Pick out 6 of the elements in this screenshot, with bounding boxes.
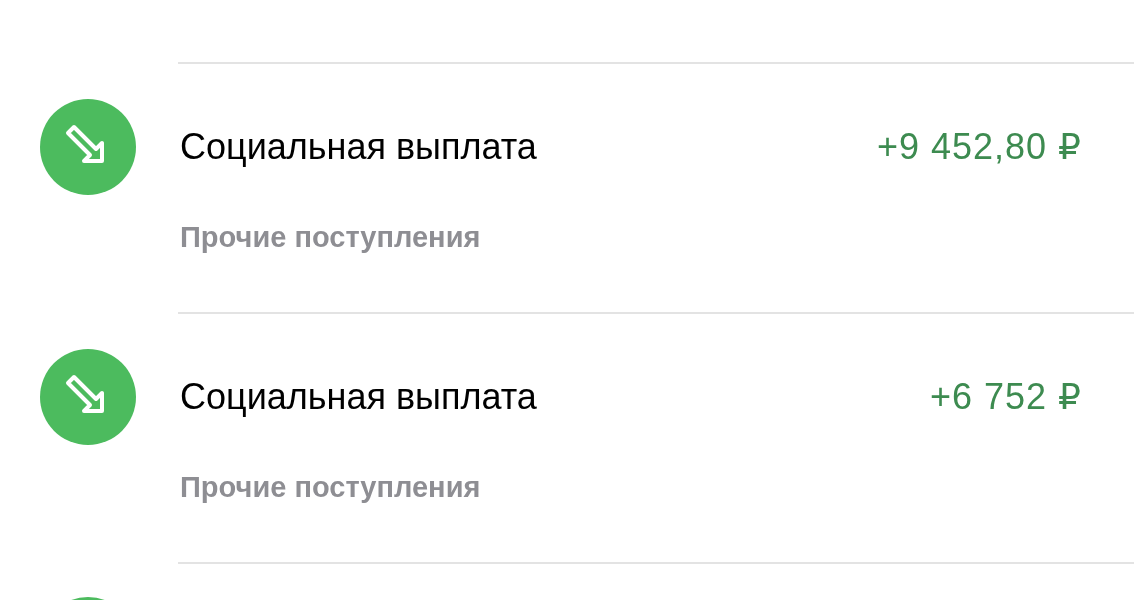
transaction-amount: +6 752 ₽ [929,376,1082,418]
transaction-title: Социальная выплата [180,126,537,168]
transaction-category: Прочие поступления [180,470,482,505]
transaction-category: Прочие поступления [180,220,482,255]
transaction-title: Социальная выплата [180,376,537,418]
transaction-amount: +9 452,80 ₽ [876,126,1082,168]
